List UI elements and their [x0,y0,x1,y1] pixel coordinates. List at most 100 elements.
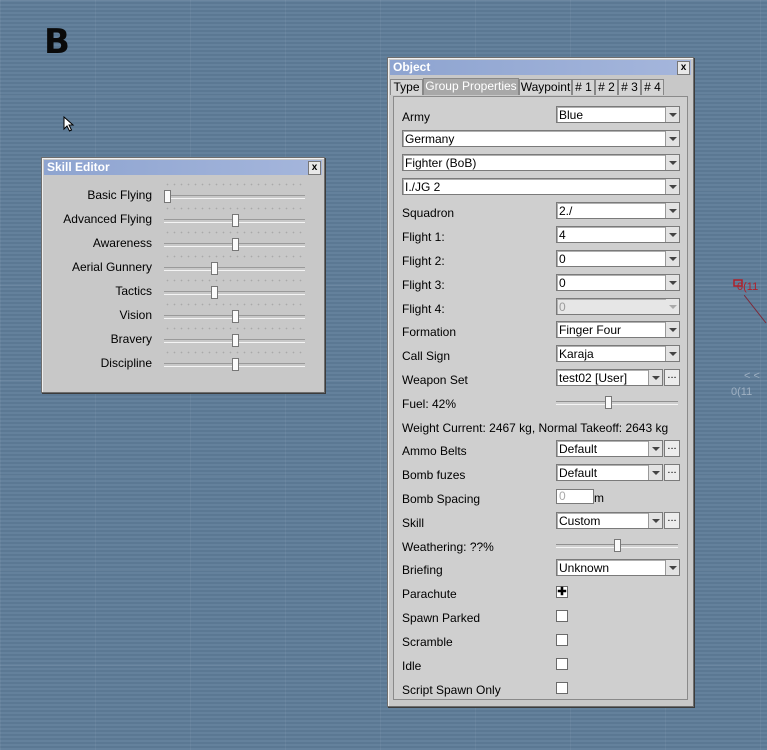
chevron-down-icon[interactable] [665,227,679,242]
flight4-label: Flight 4: [402,302,445,316]
group-properties-panel: Army Blue Germany Fighter (BoB) I./JG 2 [393,96,688,700]
army-value: Blue [559,108,584,122]
army-label: Army [402,110,430,124]
aircraft-class-value: Fighter (BoB) [405,156,477,170]
skill-editor-titlebar[interactable]: Skill Editor x [44,160,322,175]
flight1-label: Flight 1: [402,230,445,244]
formation-label: Formation [402,325,457,339]
flight2-label: Flight 2: [402,254,445,268]
tab-2[interactable]: # 2 [595,79,618,95]
skill-row: Discipline [42,351,324,380]
scramble-row: Scramble [394,631,687,653]
chevron-down-icon[interactable] [648,513,662,528]
skill-slider-track[interactable] [164,291,305,295]
briefing-select[interactable]: Unknown [556,559,680,576]
weathering-slider-knob[interactable] [614,539,621,552]
bomb-spacing-input[interactable]: 0 [556,489,594,504]
skill-slider-knob[interactable] [232,310,239,323]
idle-checkbox[interactable] [556,658,568,670]
map-marker-faint-arrows: < < [744,370,760,382]
tab-group-properties[interactable]: Group Properties [423,78,519,95]
aircraft-class-row: Fighter (BoB) [394,154,687,176]
chevron-down-icon[interactable] [665,131,679,146]
flight4-select: 0 [556,298,680,315]
scramble-checkbox[interactable] [556,634,568,646]
skill-slider-track[interactable] [164,267,305,271]
mouse-pointer-icon [63,116,75,132]
chevron-down-icon[interactable] [665,107,679,122]
skill-tick-marks [164,255,305,258]
weight-label: Weight Current: 2467 kg, Normal Takeoff:… [402,421,669,435]
squadron-value: 2./ [559,204,573,218]
ammo-belts-label: Ammo Belts [402,444,467,458]
flight2-select[interactable]: 0 [556,250,680,267]
tab-3[interactable]: # 3 [618,79,641,95]
ammo-belts-more-button[interactable]: ... [664,440,680,457]
chevron-down-icon[interactable] [665,560,679,575]
chevron-down-icon[interactable] [665,251,679,266]
chevron-down-icon[interactable] [665,203,679,218]
skill-slider-knob[interactable] [232,358,239,371]
chevron-down-icon[interactable] [648,441,662,456]
parachute-label: Parachute [402,587,457,601]
skill-more-button[interactable]: ... [664,512,680,529]
skill-label: Awareness [92,236,152,250]
call-sign-select[interactable]: Karaja [556,345,680,362]
briefing-row: Briefing Unknown [394,559,687,581]
skill-slider-knob[interactable] [211,262,218,275]
map-route-line [744,295,767,324]
tab-waypoint[interactable]: Waypoint [519,79,572,95]
chevron-down-icon[interactable] [665,322,679,337]
aircraft-class-select[interactable]: Fighter (BoB) [402,154,680,171]
weathering-row: Weathering: ??% [394,536,687,558]
chevron-down-icon[interactable] [665,179,679,194]
flight1-value: 4 [559,228,566,242]
skill-tick-marks [164,303,305,306]
script-spawn-only-checkbox[interactable] [556,682,568,694]
skill-editor-close-button[interactable]: x [308,161,321,175]
flight3-select[interactable]: 0 [556,274,680,291]
spawn-parked-checkbox[interactable] [556,610,568,622]
tab-1[interactable]: # 1 [572,79,595,95]
script-spawn-only-label: Script Spawn Only [402,683,501,697]
object-titlebar[interactable]: Object x [390,60,691,75]
weapon-set-select[interactable]: test02 [User] [556,369,663,386]
skill-slider-knob[interactable] [232,334,239,347]
fuel-slider-knob[interactable] [605,396,612,409]
formation-row: Formation Finger Four [394,321,687,343]
skill-slider-track[interactable] [164,195,305,199]
skill-slider-knob[interactable] [232,214,239,227]
ammo-belts-value: Default [559,442,598,456]
fuel-slider-track[interactable] [556,401,678,405]
tab-4[interactable]: # 4 [641,79,664,95]
chevron-down-icon[interactable] [665,155,679,170]
skill-slider-knob[interactable] [211,286,218,299]
army-select[interactable]: Blue [556,106,680,123]
unit-row: I./JG 2 [394,178,687,200]
squadron-select[interactable]: 2./ [556,202,680,219]
bomb-fuzes-select[interactable]: Default [556,464,663,481]
skill-value: Custom [559,514,601,528]
skill-slider-knob[interactable] [232,238,239,251]
call-sign-value: Karaja [559,347,594,361]
skill-tick-marks [164,231,305,234]
idle-row: Idle [394,655,687,677]
map-marker-label: 0(11 [737,281,759,293]
chevron-down-icon[interactable] [665,275,679,290]
chevron-down-icon[interactable] [665,346,679,361]
tab-type[interactable]: Type [390,79,423,95]
parachute-checkbox[interactable]: ✚ [556,586,568,598]
skill-slider-knob[interactable] [164,190,171,203]
chevron-down-icon[interactable] [648,465,662,480]
formation-select[interactable]: Finger Four [556,321,680,338]
bomb-fuzes-more-button[interactable]: ... [664,464,680,481]
flight2-row: Flight 2: 0 [394,250,687,272]
chevron-down-icon[interactable] [648,370,662,385]
country-select[interactable]: Germany [402,130,680,147]
weapon-set-more-button[interactable]: ... [664,369,680,386]
unit-select[interactable]: I./JG 2 [402,178,680,195]
ammo-belts-select[interactable]: Default [556,440,663,457]
flight1-select[interactable]: 4 [556,226,680,243]
object-close-button[interactable]: x [677,61,690,75]
skill-select[interactable]: Custom [556,512,663,529]
